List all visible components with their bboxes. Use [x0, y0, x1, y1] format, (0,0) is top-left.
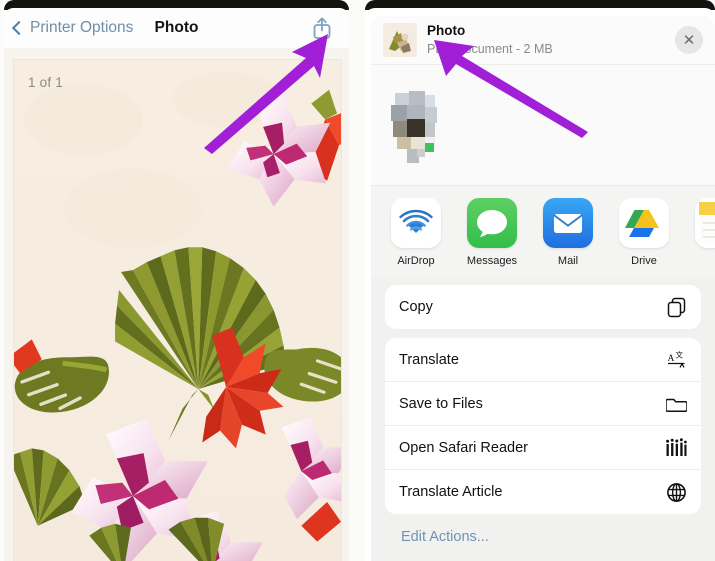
document-info: Photo PDF Document - 2 MB: [427, 22, 675, 57]
drive-icon: [625, 210, 659, 237]
share-app-mail[interactable]: Mail: [537, 198, 599, 267]
share-app-label: Mail: [557, 255, 579, 267]
svg-text:A: A: [667, 354, 674, 364]
chevron-left-icon: [11, 20, 27, 36]
action-row-save-to-files[interactable]: Save to Files: [385, 382, 701, 426]
action-group-1: Copy: [385, 285, 701, 329]
screenshot-stage: Printer Options Photo 1 of 1 Photo PDF D…: [0, 0, 715, 561]
share-app-label: AirDrop: [397, 255, 435, 267]
document-subtitle: PDF Document - 2 MB: [427, 41, 553, 56]
print-preview-area: 1 of 1: [4, 48, 349, 561]
action-label: Translate Article: [399, 484, 503, 500]
share-button[interactable]: [309, 15, 335, 41]
action-label: Translate: [399, 351, 459, 368]
action-label: Copy: [399, 299, 433, 315]
share-apps-row: AirDrop Messages Mail Drive: [371, 185, 715, 277]
floral-illustration: [14, 60, 341, 561]
document-preview-strip: [371, 64, 715, 185]
svg-text:文: 文: [675, 350, 683, 360]
action-group-2: Translate A 文 Save to Files Open Safari …: [385, 338, 701, 514]
notes-icon: [699, 202, 715, 244]
copy-icon: [665, 296, 687, 318]
left-screen: Printer Options Photo 1 of 1: [4, 8, 349, 561]
share-app-airdrop[interactable]: AirDrop: [385, 198, 447, 267]
airdrop-icon: [399, 209, 433, 233]
share-icon: [313, 17, 331, 39]
close-button[interactable]: ✕: [675, 26, 703, 54]
action-label: Save to Files: [399, 395, 483, 412]
edit-actions-button[interactable]: Edit Actions...: [385, 523, 701, 545]
share-app-label: Drive: [631, 255, 657, 267]
action-row-open-safari-reader[interactable]: Open Safari Reader: [385, 426, 701, 470]
share-sheet-header: Photo PDF Document - 2 MB ✕: [371, 16, 715, 64]
globe-icon: [665, 481, 687, 503]
document-title: Photo: [427, 23, 466, 39]
share-app-label: Messages: [466, 255, 518, 267]
share-sheet-panel: Photo PDF Document - 2 MB ✕ AirDrop Mess…: [365, 0, 715, 561]
share-app-drive[interactable]: Drive: [613, 198, 675, 267]
action-row-translate-article[interactable]: Translate Article: [385, 470, 701, 514]
action-row-copy[interactable]: Copy: [385, 285, 701, 329]
share-app-notes[interactable]: [689, 198, 715, 255]
preview-page[interactable]: [14, 60, 341, 561]
page-count-label: 1 of 1: [28, 75, 63, 90]
action-row-translate[interactable]: Translate A 文: [385, 338, 701, 382]
right-screen: Photo PDF Document - 2 MB ✕ AirDrop Mess…: [365, 8, 715, 561]
close-icon: ✕: [682, 31, 696, 49]
mail-icon: [553, 214, 583, 233]
share-app-messages[interactable]: Messages: [461, 198, 523, 267]
share-sheet: Photo PDF Document - 2 MB ✕ AirDrop Mess…: [371, 16, 715, 561]
reader-icon: [665, 437, 687, 459]
folder-icon: [665, 393, 687, 415]
thumbnail-image: [383, 23, 417, 57]
back-button[interactable]: Printer Options: [11, 19, 134, 37]
messages-icon: [477, 210, 507, 237]
action-label: Open Safari Reader: [399, 439, 528, 456]
translate-icon: A 文: [665, 349, 687, 371]
document-thumbnail: [383, 23, 417, 57]
pixelated-preview-icon: [391, 91, 437, 163]
print-preview-panel: Printer Options Photo 1 of 1: [4, 0, 349, 561]
share-actions-list: Copy Translate A 文 Save to Files Open Sa…: [371, 277, 715, 545]
back-button-label: Printer Options: [30, 19, 134, 36]
navigation-bar: Printer Options Photo: [4, 8, 349, 49]
